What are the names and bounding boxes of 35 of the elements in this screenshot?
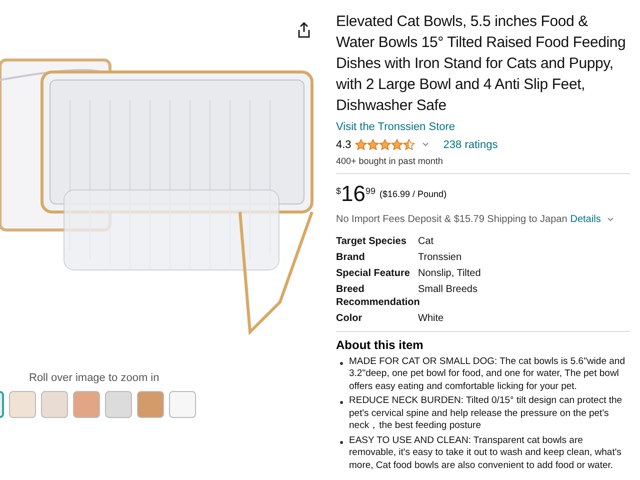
spec-label: Target Species [336, 234, 408, 248]
spec-value: Nonslip, Tilted [418, 266, 481, 280]
spec-label: Color [336, 312, 364, 324]
shipping-info: No Import Fees Deposit & $15.79 Shipping to Japan [336, 212, 568, 226]
rating-value: 4.3 [336, 138, 352, 152]
thumbnail-image[interactable] [137, 390, 164, 418]
ratings-link[interactable]: 238 ratings [443, 136, 498, 153]
store-link[interactable]: Visit the Tronssien Store [336, 119, 630, 136]
bought-count: 400+ bought in past month [336, 155, 444, 168]
product-title: Elevated Cat Bowls, 5.5 inches Food & Water Bowls 15° Tilted Raised Food Feeding Dishes with Iron Stand for Cats and Puppy, with 2 Large Bowl and 4 Anti Slip Feet, Dishwasher Safe [336, 12, 627, 116]
bullet-icon [340, 362, 343, 364]
spec-label: Breed Recommendation [336, 282, 418, 308]
spec-value: Tronssien [418, 250, 462, 264]
spec-label: Special Feature [336, 266, 411, 280]
feature-text: REDUCE NECK BURDEN: Tilted 0/15° tilt design can protect the pet's cervical spine and help release the pressure on the pet's neck，the best feeding posture [349, 395, 624, 432]
thumbnail-image[interactable] [73, 390, 100, 418]
spec-value: Cat [418, 234, 434, 248]
thumbnail-image[interactable] [169, 390, 196, 418]
details-link[interactable]: Details [570, 212, 601, 226]
chevron-down-icon[interactable] [422, 142, 430, 148]
thumbnail-image[interactable] [105, 390, 132, 418]
spec-label: Brand [336, 250, 366, 264]
spec-value: Small Breeds [418, 282, 478, 296]
thumbnail-image[interactable] [41, 390, 68, 418]
zoom-hint: Roll over image to zoom in [29, 371, 160, 386]
feature-text: MADE FOR CAT OR SMALL DOG: The cat bowls is 5.6"wide and 3.2"deep, one pet bowl for food, and one for water, The pet bowl offers easy eating and comfortable licking for your pet. [349, 356, 626, 393]
bullet-icon [340, 440, 343, 444]
bullet-icon [340, 401, 343, 404]
spec-value: White [418, 312, 444, 324]
unit-price: ($16.99 / Pound) [380, 188, 447, 201]
chevron-down-icon[interactable] [606, 216, 614, 222]
feature-text: EASY TO USE AND CLEAN: Transparent cat bowls are removable, it's easy to take it out to wash and keep clean, what's more, Cat food bowls are also convenient to add food or water. [349, 434, 622, 472]
section-heading: About this item [336, 336, 424, 354]
share-icon[interactable] [297, 22, 311, 38]
thumbnail-image[interactable] [9, 390, 36, 418]
